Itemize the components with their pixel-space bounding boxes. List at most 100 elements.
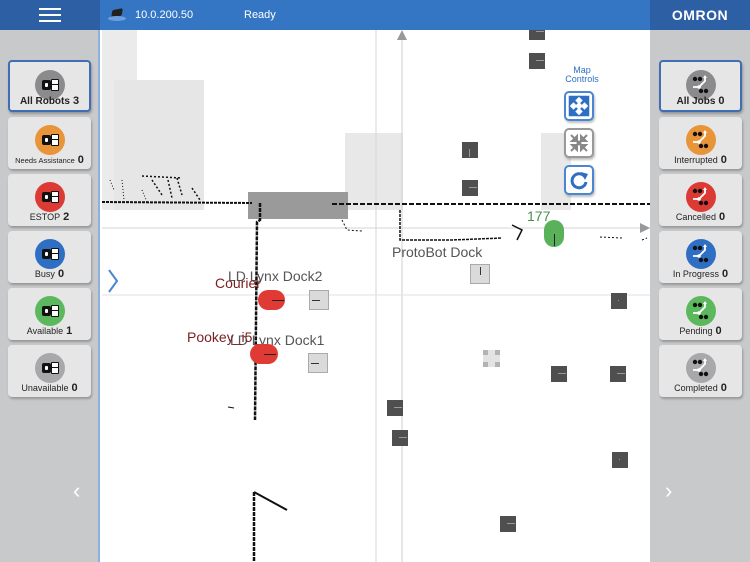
- filter-label: Pending 0: [659, 325, 742, 337]
- job-filter-cancelled[interactable]: Cancelled 0: [659, 174, 742, 226]
- robot-marker[interactable]: [544, 220, 564, 247]
- dock-marker[interactable]: [309, 290, 329, 310]
- map-controls-title: Map Controls: [565, 65, 599, 84]
- filter-count: 0: [720, 382, 727, 394]
- status-circle: [685, 353, 716, 383]
- goal-marker[interactable]: [462, 180, 478, 196]
- job-route-icon: [692, 187, 708, 206]
- robot-icon: [41, 134, 59, 146]
- filter-label: Unavailable 0: [8, 382, 91, 394]
- job-filter-completed[interactable]: Completed 0: [659, 345, 742, 397]
- filter-name: Cancelled: [675, 212, 716, 222]
- filter-name: ESTOP: [29, 212, 61, 222]
- chevron-right-icon: [108, 269, 119, 293]
- refresh-button[interactable]: [564, 165, 594, 195]
- filter-name: Available: [26, 326, 64, 336]
- filter-name: Interrupted: [674, 155, 718, 165]
- job-route-icon: [692, 301, 708, 320]
- collapse-left-icon[interactable]: ‹: [73, 478, 80, 504]
- robot-filter-sidebar: All Robots 3 Needs Assistance 0 ESTOP 2 Busy 0 A…: [0, 30, 100, 562]
- job-filter-all-jobs[interactable]: All Jobs 0: [659, 60, 742, 112]
- filter-name: In Progress: [672, 269, 719, 279]
- map-region: [345, 133, 403, 210]
- collapse-right-icon[interactable]: ›: [665, 478, 672, 504]
- goal-marker[interactable]: [387, 400, 403, 416]
- filter-label: Busy 0: [8, 268, 91, 280]
- goal-marker[interactable]: [611, 293, 627, 309]
- filter-count: 0: [720, 154, 727, 166]
- status-circle: [34, 296, 65, 326]
- filter-count: 1: [66, 325, 73, 337]
- expand-arrows-icon: [568, 95, 590, 117]
- robot-marker[interactable]: [250, 344, 278, 364]
- zoom-center-button[interactable]: [564, 128, 594, 158]
- graduation-cap-icon: [108, 8, 128, 22]
- robot-icon: [41, 248, 59, 260]
- job-filter-interrupted[interactable]: Interrupted 0: [659, 117, 742, 169]
- status-circle: [34, 125, 65, 155]
- filter-count: 0: [721, 268, 729, 280]
- menu-button[interactable]: [0, 0, 100, 30]
- filter-name: Completed: [674, 383, 718, 393]
- dock-marker[interactable]: [470, 264, 490, 284]
- robot-icon: [41, 79, 59, 91]
- robot-filter-busy[interactable]: Busy 0: [8, 231, 91, 283]
- filter-label: All Robots 3: [10, 95, 89, 107]
- filter-name: All Jobs: [676, 96, 716, 107]
- status-circle: [34, 353, 65, 383]
- filter-name: All Robots: [19, 96, 70, 107]
- robot-filter-available[interactable]: Available 1: [8, 288, 91, 340]
- brand-logo: OMRON: [650, 0, 750, 30]
- filter-count: 0: [715, 325, 722, 337]
- goal-marker[interactable]: [392, 430, 408, 446]
- filter-label: Available 1: [8, 325, 91, 337]
- goal-marker[interactable]: [610, 366, 626, 382]
- expand-sidebar-button[interactable]: [107, 268, 119, 299]
- goal-marker[interactable]: [462, 142, 478, 158]
- robot-filter-estop[interactable]: ESTOP 2: [8, 174, 91, 226]
- filter-label: All Jobs 0: [661, 95, 740, 107]
- status-text: Ready: [244, 9, 276, 21]
- filter-count: 3: [72, 95, 80, 107]
- robot-icon: [41, 362, 59, 374]
- robot-label: Courier: [215, 275, 261, 291]
- job-route-icon: [692, 358, 708, 377]
- filter-label: Completed 0: [659, 382, 742, 394]
- goal-marker[interactable]: [612, 452, 628, 468]
- robot-filter-unavailable[interactable]: Unavailable 0: [8, 345, 91, 397]
- hamburger-icon: [39, 8, 61, 22]
- x-axis-arrow-icon: [640, 223, 650, 233]
- filter-name: Pending: [679, 326, 713, 336]
- goal-marker[interactable]: [500, 516, 516, 532]
- filter-name: Needs Assistance: [15, 156, 75, 165]
- zoom-to-fit-button[interactable]: [564, 91, 594, 121]
- filter-label: Cancelled 0: [659, 211, 742, 223]
- collapse-arrows-icon: [569, 133, 589, 153]
- job-filter-pending[interactable]: Pending 0: [659, 288, 742, 340]
- goal-marker[interactable]: [551, 366, 567, 382]
- filter-name: Unavailable: [21, 383, 69, 393]
- robot-icon: [41, 191, 59, 203]
- robot-label: Pookey_i5: [187, 329, 253, 345]
- top-bar: 10.0.200.50 Ready OMRON: [0, 0, 750, 30]
- dock-label: ProtoBot Dock: [392, 244, 483, 260]
- filter-count: 0: [57, 268, 65, 280]
- job-filter-in-progress[interactable]: In Progress 0: [659, 231, 742, 283]
- status-circle: [685, 125, 716, 155]
- status-circle: [685, 296, 716, 326]
- job-route-icon: [692, 244, 708, 263]
- forbidden-zone: [248, 192, 348, 219]
- y-axis-arrow-icon: [397, 30, 407, 40]
- ip-address: 10.0.200.50: [135, 9, 194, 21]
- map-view[interactable]: LD Lynx Dock2 LD Lynx Dock1 ProtoBot Doc…: [102, 30, 650, 562]
- filter-count: 0: [718, 95, 725, 107]
- status-circle: [34, 239, 65, 269]
- goal-marker-disabled[interactable]: [483, 350, 500, 367]
- dock-marker[interactable]: [308, 353, 328, 373]
- robot-icon: [41, 305, 59, 317]
- goal-marker[interactable]: [529, 30, 545, 40]
- goal-marker[interactable]: [529, 53, 545, 69]
- robot-filter-all-robots[interactable]: All Robots 3: [8, 60, 91, 112]
- robot-filter-needs-assistance[interactable]: Needs Assistance 0: [8, 117, 91, 169]
- robot-marker[interactable]: [258, 290, 285, 310]
